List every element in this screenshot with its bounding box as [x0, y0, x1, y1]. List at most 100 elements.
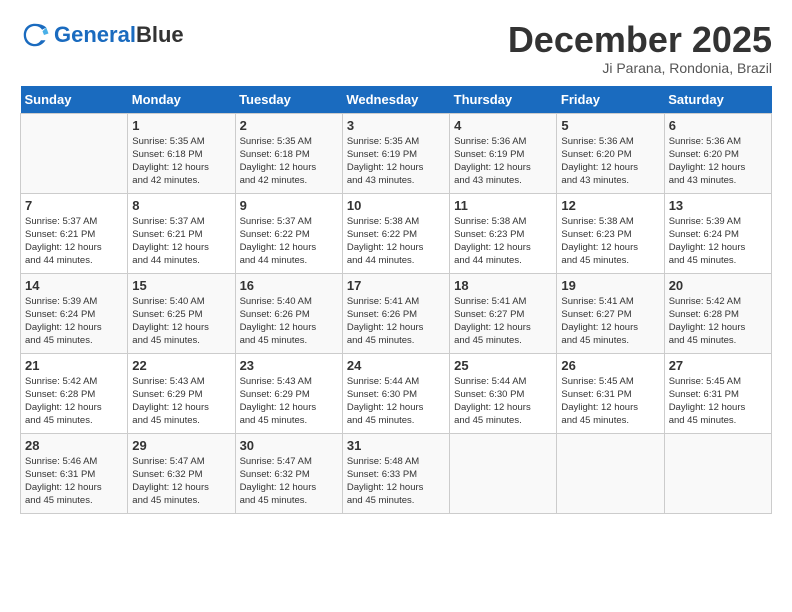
- day-info: Sunrise: 5:43 AMSunset: 6:29 PMDaylight:…: [132, 375, 230, 428]
- day-cell: 17 Sunrise: 5:41 AMSunset: 6:26 PMDayligh…: [342, 273, 449, 353]
- header-cell-saturday: Saturday: [664, 86, 771, 114]
- day-info: Sunrise: 5:44 AMSunset: 6:30 PMDaylight:…: [454, 375, 552, 428]
- day-cell: [21, 113, 128, 193]
- day-info: Sunrise: 5:47 AMSunset: 6:32 PMDaylight:…: [240, 455, 338, 508]
- day-cell: 10 Sunrise: 5:38 AMSunset: 6:22 PMDayligh…: [342, 193, 449, 273]
- day-info: Sunrise: 5:47 AMSunset: 6:32 PMDaylight:…: [132, 455, 230, 508]
- day-number: 11: [454, 198, 552, 213]
- header-cell-thursday: Thursday: [450, 86, 557, 114]
- day-number: 4: [454, 118, 552, 133]
- day-number: 18: [454, 278, 552, 293]
- day-cell: [450, 433, 557, 513]
- day-info: Sunrise: 5:36 AMSunset: 6:20 PMDaylight:…: [561, 135, 659, 188]
- header-cell-friday: Friday: [557, 86, 664, 114]
- day-cell: 7Sunrise: 5:37 AMSunset: 6:21 PMDaylight…: [21, 193, 128, 273]
- day-info: Sunrise: 5:40 AMSunset: 6:26 PMDaylight:…: [240, 295, 338, 348]
- day-cell: 28Sunrise: 5:46 AMSunset: 6:31 PMDayligh…: [21, 433, 128, 513]
- day-number: 28: [25, 438, 123, 453]
- day-number: 25: [454, 358, 552, 373]
- day-cell: [557, 433, 664, 513]
- day-number: 17: [347, 278, 445, 293]
- week-row-1: 1 Sunrise: 5:35 AMSunset: 6:18 PMDaylight…: [21, 113, 772, 193]
- location-subtitle: Ji Parana, Rondonia, Brazil: [508, 60, 772, 76]
- logo-icon: [20, 20, 50, 50]
- day-info: Sunrise: 5:41 AMSunset: 6:27 PMDaylight:…: [454, 295, 552, 348]
- day-number: 12: [561, 198, 659, 213]
- day-info: Sunrise: 5:45 AMSunset: 6:31 PMDaylight:…: [669, 375, 767, 428]
- day-cell: 20Sunrise: 5:42 AMSunset: 6:28 PMDayligh…: [664, 273, 771, 353]
- day-info: Sunrise: 5:36 AMSunset: 6:20 PMDaylight:…: [669, 135, 767, 188]
- logo-text: GeneralBlue: [54, 23, 184, 47]
- day-cell: 6 Sunrise: 5:36 AMSunset: 6:20 PMDaylight…: [664, 113, 771, 193]
- week-row-2: 7Sunrise: 5:37 AMSunset: 6:21 PMDaylight…: [21, 193, 772, 273]
- day-info: Sunrise: 5:43 AMSunset: 6:29 PMDaylight:…: [240, 375, 338, 428]
- day-number: 30: [240, 438, 338, 453]
- header-row: SundayMondayTuesdayWednesdayThursdayFrid…: [21, 86, 772, 114]
- day-info: Sunrise: 5:37 AMSunset: 6:21 PMDaylight:…: [25, 215, 123, 268]
- day-info: Sunrise: 5:35 AMSunset: 6:18 PMDaylight:…: [240, 135, 338, 188]
- day-cell: 30 Sunrise: 5:47 AMSunset: 6:32 PMDayligh…: [235, 433, 342, 513]
- day-number: 24: [347, 358, 445, 373]
- day-cell: 15 Sunrise: 5:40 AMSunset: 6:25 PMDayligh…: [128, 273, 235, 353]
- day-cell: 16 Sunrise: 5:40 AMSunset: 6:26 PMDayligh…: [235, 273, 342, 353]
- day-cell: 24 Sunrise: 5:44 AMSunset: 6:30 PMDayligh…: [342, 353, 449, 433]
- day-number: 14: [25, 278, 123, 293]
- day-info: Sunrise: 5:37 AMSunset: 6:22 PMDaylight:…: [240, 215, 338, 268]
- day-cell: 31 Sunrise: 5:48 AMSunset: 6:33 PMDayligh…: [342, 433, 449, 513]
- day-cell: 22 Sunrise: 5:43 AMSunset: 6:29 PMDayligh…: [128, 353, 235, 433]
- day-cell: 18 Sunrise: 5:41 AMSunset: 6:27 PMDayligh…: [450, 273, 557, 353]
- header-cell-monday: Monday: [128, 86, 235, 114]
- day-info: Sunrise: 5:38 AMSunset: 6:22 PMDaylight:…: [347, 215, 445, 268]
- day-number: 26: [561, 358, 659, 373]
- day-number: 27: [669, 358, 767, 373]
- day-number: 31: [347, 438, 445, 453]
- day-info: Sunrise: 5:37 AMSunset: 6:21 PMDaylight:…: [132, 215, 230, 268]
- day-cell: 29 Sunrise: 5:47 AMSunset: 6:32 PMDayligh…: [128, 433, 235, 513]
- page-header: GeneralBlue December 2025 Ji Parana, Ron…: [20, 20, 772, 76]
- day-number: 3: [347, 118, 445, 133]
- day-info: Sunrise: 5:38 AMSunset: 6:23 PMDaylight:…: [454, 215, 552, 268]
- day-info: Sunrise: 5:35 AMSunset: 6:19 PMDaylight:…: [347, 135, 445, 188]
- day-info: Sunrise: 5:36 AMSunset: 6:19 PMDaylight:…: [454, 135, 552, 188]
- day-number: 6: [669, 118, 767, 133]
- week-row-5: 28Sunrise: 5:46 AMSunset: 6:31 PMDayligh…: [21, 433, 772, 513]
- day-info: Sunrise: 5:35 AMSunset: 6:18 PMDaylight:…: [132, 135, 230, 188]
- day-number: 16: [240, 278, 338, 293]
- day-number: 15: [132, 278, 230, 293]
- day-number: 10: [347, 198, 445, 213]
- day-number: 1: [132, 118, 230, 133]
- day-cell: 2Sunrise: 5:35 AMSunset: 6:18 PMDaylight…: [235, 113, 342, 193]
- day-cell: 21Sunrise: 5:42 AMSunset: 6:28 PMDayligh…: [21, 353, 128, 433]
- day-cell: 11 Sunrise: 5:38 AMSunset: 6:23 PMDayligh…: [450, 193, 557, 273]
- calendar-table: SundayMondayTuesdayWednesdayThursdayFrid…: [20, 86, 772, 514]
- day-cell: 13Sunrise: 5:39 AMSunset: 6:24 PMDayligh…: [664, 193, 771, 273]
- week-row-4: 21Sunrise: 5:42 AMSunset: 6:28 PMDayligh…: [21, 353, 772, 433]
- calendar-header: SundayMondayTuesdayWednesdayThursdayFrid…: [21, 86, 772, 114]
- day-number: 20: [669, 278, 767, 293]
- day-number: 8: [132, 198, 230, 213]
- day-number: 22: [132, 358, 230, 373]
- day-info: Sunrise: 5:40 AMSunset: 6:25 PMDaylight:…: [132, 295, 230, 348]
- day-cell: 8 Sunrise: 5:37 AMSunset: 6:21 PMDaylight…: [128, 193, 235, 273]
- day-info: Sunrise: 5:44 AMSunset: 6:30 PMDaylight:…: [347, 375, 445, 428]
- day-cell: 5 Sunrise: 5:36 AMSunset: 6:20 PMDaylight…: [557, 113, 664, 193]
- calendar-body: 1 Sunrise: 5:35 AMSunset: 6:18 PMDaylight…: [21, 113, 772, 513]
- day-number: 29: [132, 438, 230, 453]
- day-info: Sunrise: 5:39 AMSunset: 6:24 PMDaylight:…: [25, 295, 123, 348]
- header-cell-wednesday: Wednesday: [342, 86, 449, 114]
- day-info: Sunrise: 5:48 AMSunset: 6:33 PMDaylight:…: [347, 455, 445, 508]
- day-cell: [664, 433, 771, 513]
- day-cell: 4 Sunrise: 5:36 AMSunset: 6:19 PMDaylight…: [450, 113, 557, 193]
- day-cell: 12Sunrise: 5:38 AMSunset: 6:23 PMDayligh…: [557, 193, 664, 273]
- week-row-3: 14 Sunrise: 5:39 AMSunset: 6:24 PMDayligh…: [21, 273, 772, 353]
- day-info: Sunrise: 5:39 AMSunset: 6:24 PMDaylight:…: [669, 215, 767, 268]
- day-info: Sunrise: 5:41 AMSunset: 6:26 PMDaylight:…: [347, 295, 445, 348]
- day-number: 9: [240, 198, 338, 213]
- day-info: Sunrise: 5:41 AMSunset: 6:27 PMDaylight:…: [561, 295, 659, 348]
- day-info: Sunrise: 5:45 AMSunset: 6:31 PMDaylight:…: [561, 375, 659, 428]
- day-cell: 27 Sunrise: 5:45 AMSunset: 6:31 PMDayligh…: [664, 353, 771, 433]
- header-cell-sunday: Sunday: [21, 86, 128, 114]
- month-title: December 2025: [508, 20, 772, 60]
- day-number: 23: [240, 358, 338, 373]
- day-number: 5: [561, 118, 659, 133]
